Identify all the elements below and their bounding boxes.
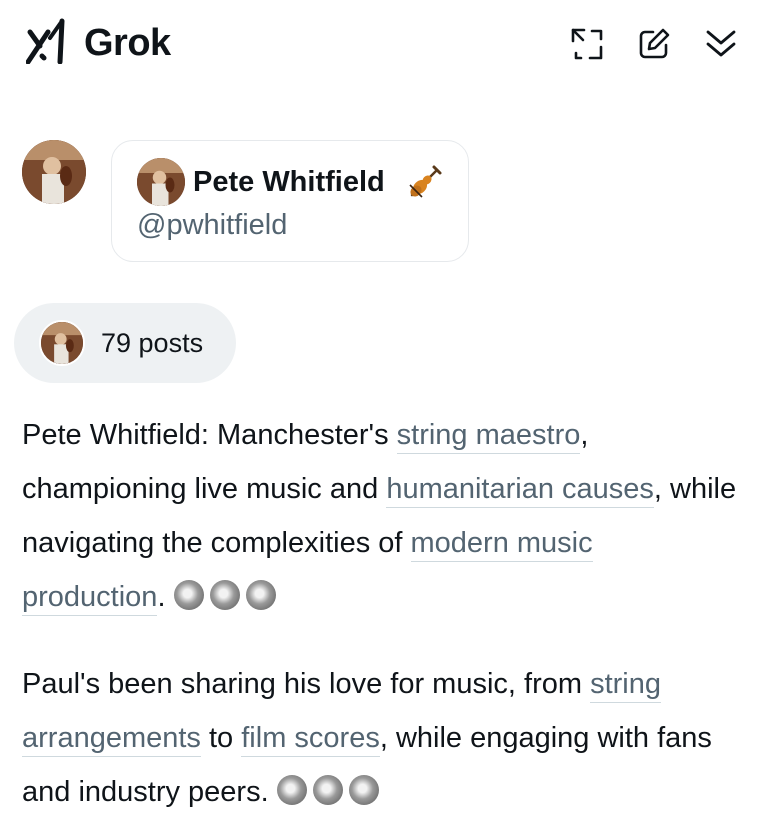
paragraph-text: to bbox=[200, 722, 242, 754]
collapse-icon bbox=[706, 30, 736, 57]
app-title: Grok bbox=[84, 22, 171, 64]
source-avatar[interactable] bbox=[312, 775, 343, 806]
grok-logo-icon[interactable] bbox=[26, 18, 68, 64]
header: Grok bbox=[0, 0, 760, 90]
posts-avatar bbox=[39, 320, 85, 366]
source-avatar[interactable] bbox=[245, 580, 276, 611]
collapse-button[interactable] bbox=[703, 26, 739, 62]
violin-icon bbox=[409, 165, 442, 198]
source-avatar[interactable] bbox=[173, 580, 204, 611]
source-avatars[interactable] bbox=[276, 775, 379, 806]
profile-name: Pete Whitfield bbox=[193, 166, 385, 198]
paragraph-text: . bbox=[157, 581, 166, 613]
paragraph-text: Pete Whitfield: Manchester's bbox=[22, 419, 397, 451]
source-avatar[interactable] bbox=[348, 775, 379, 806]
profile-handle: @pwhitfield bbox=[137, 209, 288, 241]
source-avatar[interactable] bbox=[276, 775, 307, 806]
expand-icon bbox=[571, 28, 603, 60]
source-avatars[interactable] bbox=[173, 580, 276, 611]
profile-card[interactable]: Pete Whitfield @pwhitfield bbox=[111, 140, 469, 262]
card-avatar bbox=[137, 158, 185, 206]
new-chat-button[interactable] bbox=[636, 26, 672, 62]
topic-link[interactable]: film scores bbox=[241, 722, 380, 757]
avatar-image bbox=[41, 322, 83, 364]
topic-link[interactable]: string maestro bbox=[396, 419, 581, 454]
summary-paragraph-2: Paul's been sharing his love for music, … bbox=[22, 657, 742, 819]
expand-button[interactable] bbox=[569, 26, 605, 62]
posts-count: 79 posts bbox=[101, 328, 204, 358]
edit-icon bbox=[639, 28, 670, 59]
summary-paragraph-1: Pete Whitfield: Manchester's string maes… bbox=[22, 408, 742, 624]
topic-link[interactable]: humanitarian causes bbox=[386, 473, 654, 508]
avatar-image bbox=[22, 140, 86, 204]
avatar-image bbox=[137, 158, 185, 206]
posts-pill[interactable]: 79 posts bbox=[14, 303, 236, 383]
avatar[interactable] bbox=[22, 140, 86, 204]
source-avatar[interactable] bbox=[209, 580, 240, 611]
paragraph-text: Paul's been sharing his love for music, … bbox=[22, 668, 591, 700]
